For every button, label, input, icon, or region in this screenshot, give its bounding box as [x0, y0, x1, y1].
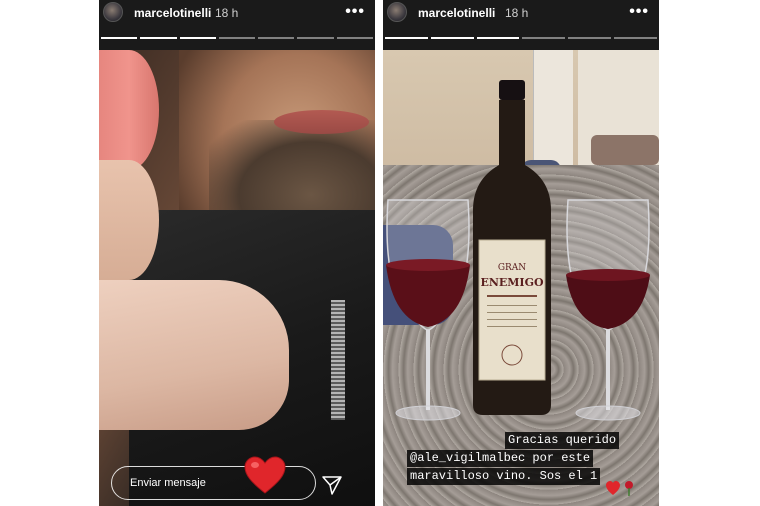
heart-icon[interactable]: [243, 455, 287, 495]
progress-segment: [614, 37, 657, 39]
heart-rose-sticker: [605, 480, 645, 498]
svg-text:ENEMIGO: ENEMIGO: [480, 276, 544, 289]
progress-segment: [101, 37, 138, 39]
progress-segment: [218, 37, 256, 39]
caption-line: @ale_vigilmalbec por este: [407, 450, 594, 467]
progress-segment: [522, 37, 566, 39]
timestamp: 18 h: [215, 6, 239, 20]
progress-segment: [297, 37, 334, 39]
story-progress-bar: [385, 37, 657, 40]
progress-segment: [140, 37, 177, 39]
username[interactable]: marcelotinelli: [418, 6, 495, 20]
svg-text:GRAN: GRAN: [498, 263, 526, 273]
more-options-icon[interactable]: •••: [629, 3, 649, 21]
story-header: marcelotinelli 18 h •••: [99, 0, 375, 50]
avatar[interactable]: [387, 2, 407, 22]
story-panel-right[interactable]: marcelotinelli 18 h ••• GRAN ENEMIGO Gra…: [383, 0, 659, 506]
story-progress-bar: [101, 37, 373, 40]
progress-segment: [258, 37, 295, 39]
progress-segment: [336, 37, 373, 39]
progress-segment: [476, 37, 520, 39]
caption-line: maravilloso vino. Sos el 1: [407, 468, 601, 485]
progress-segment: [385, 37, 428, 39]
more-options-icon[interactable]: •••: [345, 3, 365, 21]
timestamp: 18 h: [505, 6, 529, 20]
wine-bottle-icon: GRAN ENEMIGO: [473, 80, 551, 415]
rose-icon: [625, 481, 633, 496]
send-icon[interactable]: [321, 474, 343, 496]
story-header: marcelotinelli 18 h •••: [383, 0, 659, 50]
heart-icon: [606, 481, 620, 495]
wine-glass-icon: [566, 199, 650, 421]
avatar[interactable]: [103, 2, 123, 22]
progress-segment: [568, 37, 612, 39]
progress-segment: [430, 37, 474, 39]
username[interactable]: marcelotinelli: [134, 6, 211, 20]
caption-line: Gracias querido: [505, 432, 620, 449]
progress-segment: [179, 37, 216, 39]
story-panel-left[interactable]: marcelotinelli 18 h ••• Enviar mensaje: [99, 0, 375, 506]
story-photo: [99, 50, 375, 506]
reply-placeholder: Enviar mensaje: [130, 477, 206, 489]
wine-glass-icon: [386, 199, 470, 421]
